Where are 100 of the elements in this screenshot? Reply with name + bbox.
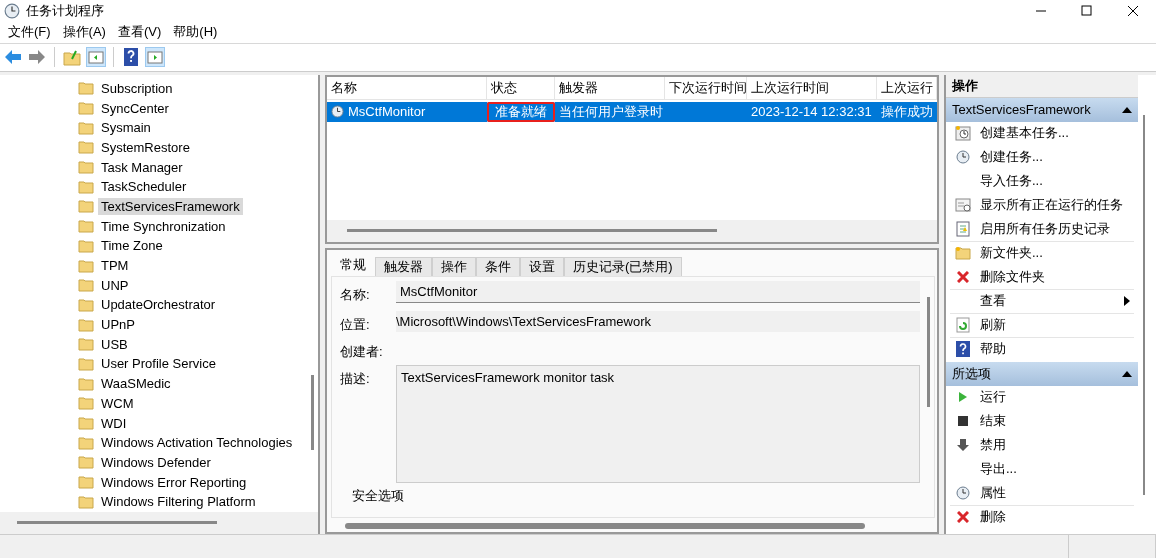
tree-item[interactable]: Windows Filtering Platform bbox=[98, 493, 259, 511]
tree-item[interactable]: TextServicesFramework bbox=[98, 197, 243, 215]
tree-item[interactable]: SyncCenter bbox=[98, 99, 172, 117]
menu-item[interactable]: 文件(F) bbox=[2, 23, 57, 42]
panel-toggle-icon[interactable] bbox=[145, 47, 165, 68]
field-label: 创建者: bbox=[340, 342, 384, 361]
collapse-arrow-icon bbox=[1122, 370, 1132, 377]
location-value: \Microsoft\Windows\TextServicesFramework bbox=[396, 310, 920, 332]
column-header[interactable]: 状态 bbox=[487, 76, 555, 99]
action-item[interactable]: 导入任务... bbox=[950, 169, 1134, 194]
play-icon bbox=[958, 391, 968, 403]
tab[interactable]: 触发器 bbox=[375, 256, 432, 276]
menu-item[interactable]: 操作(A) bbox=[56, 23, 112, 42]
folder-icon bbox=[78, 475, 94, 490]
window-clock-icon bbox=[955, 197, 971, 213]
tree-item[interactable]: Time Zone bbox=[98, 237, 166, 255]
table-cell: MsCtfMonitor bbox=[327, 101, 487, 122]
menu-item[interactable]: 帮助(H) bbox=[167, 23, 224, 42]
tree-item[interactable]: Windows Defender bbox=[98, 453, 214, 471]
help-icon[interactable] bbox=[121, 47, 141, 68]
tree-item[interactable]: TaskScheduler bbox=[98, 178, 190, 196]
section-header[interactable]: TextServicesFramework bbox=[946, 97, 1138, 122]
action-item[interactable]: 禁用 bbox=[950, 433, 1134, 458]
action-item[interactable]: 显示所有正在运行的任务 bbox=[950, 193, 1134, 218]
column-header[interactable]: 触发器 bbox=[555, 76, 665, 99]
column-header[interactable]: 上次运行 bbox=[877, 76, 937, 99]
folder-icon bbox=[78, 219, 94, 234]
action-item[interactable]: 帮助 bbox=[950, 337, 1134, 362]
folder-icon bbox=[78, 494, 94, 509]
folder-icon bbox=[78, 120, 94, 135]
action-item[interactable]: 创建任务... bbox=[950, 145, 1134, 170]
name-field[interactable]: MsCtfMonitor bbox=[396, 280, 920, 303]
tree-item[interactable]: Sysmain bbox=[98, 119, 154, 137]
scrollbar[interactable] bbox=[0, 511, 318, 534]
folder-icon bbox=[78, 140, 94, 155]
action-item[interactable]: 运行 bbox=[950, 385, 1134, 410]
tree-item[interactable]: Time Synchronization bbox=[98, 217, 229, 235]
table-cell: 操作成功 bbox=[877, 101, 937, 122]
tab[interactable]: 条件 bbox=[476, 256, 520, 276]
tree-item[interactable]: User Profile Service bbox=[98, 355, 219, 373]
panel-title: 操作 bbox=[946, 74, 1138, 98]
field-label: 描述: bbox=[340, 369, 371, 388]
action-item[interactable]: 导出... bbox=[950, 457, 1134, 482]
tree-item[interactable]: UPnP bbox=[98, 316, 138, 334]
calendar-clock-icon bbox=[955, 125, 971, 141]
column-header[interactable]: 名称 bbox=[327, 76, 487, 99]
tree-item[interactable]: WDI bbox=[98, 414, 130, 432]
refresh-icon bbox=[956, 317, 970, 333]
close-icon bbox=[957, 271, 969, 283]
tree-item[interactable]: WaaSMedic bbox=[98, 375, 174, 393]
field-label: 位置: bbox=[340, 315, 371, 334]
field-label: 名称: bbox=[340, 285, 371, 304]
folder-icon bbox=[78, 356, 94, 371]
folder-icon bbox=[78, 317, 94, 332]
folder-icon bbox=[78, 396, 94, 411]
stop-icon bbox=[958, 416, 968, 426]
tree-item[interactable]: Windows Error Reporting bbox=[98, 473, 250, 491]
panel-toggle-icon[interactable] bbox=[86, 47, 106, 68]
action-item[interactable]: 删除 bbox=[950, 505, 1134, 530]
folder-icon bbox=[78, 258, 94, 273]
tree-item[interactable]: USB bbox=[98, 335, 131, 353]
tree-item[interactable]: TPM bbox=[98, 257, 132, 275]
folder-icon bbox=[78, 199, 94, 214]
action-item[interactable]: 属性 bbox=[950, 481, 1134, 506]
tree-item[interactable]: SystemRestore bbox=[98, 138, 193, 156]
folder-icon bbox=[78, 416, 94, 431]
folder-icon bbox=[78, 435, 94, 450]
description-field[interactable]: TextServicesFramework monitor task bbox=[396, 364, 920, 483]
tree-item[interactable]: Windows Activation Technologies bbox=[98, 434, 296, 452]
column-header[interactable]: 下次运行时间 bbox=[665, 76, 747, 99]
folder-icon bbox=[78, 179, 94, 194]
tab[interactable]: 设置 bbox=[520, 256, 564, 276]
tab[interactable]: 历史记录(已禁用) bbox=[564, 256, 682, 276]
folder-icon bbox=[78, 278, 94, 293]
tree-item[interactable]: WCM bbox=[98, 394, 137, 412]
window-title: 任务计划程序 bbox=[26, 1, 105, 20]
down-arrow-icon bbox=[956, 438, 970, 452]
column-header[interactable]: 上次运行时间 bbox=[747, 76, 877, 99]
action-item[interactable]: 启用所有任务历史记录 bbox=[950, 217, 1134, 242]
submenu-arrow-icon bbox=[1124, 296, 1130, 306]
close-icon bbox=[957, 511, 969, 523]
tab[interactable]: 操作 bbox=[432, 256, 476, 276]
help-icon bbox=[956, 341, 970, 357]
action-item[interactable]: 创建基本任务... bbox=[950, 121, 1134, 146]
tree-item[interactable]: UNP bbox=[98, 276, 132, 294]
action-item[interactable]: 删除文件夹 bbox=[950, 265, 1134, 290]
action-item[interactable]: 查看 bbox=[950, 289, 1134, 314]
menu-item[interactable]: 查看(V) bbox=[111, 23, 168, 42]
tree-item[interactable]: Subscription bbox=[98, 79, 176, 97]
folder-icon bbox=[78, 297, 94, 312]
folder-icon bbox=[78, 101, 94, 116]
section-header[interactable]: 所选项 bbox=[946, 361, 1138, 386]
action-item[interactable]: 结束 bbox=[950, 409, 1134, 434]
tree-item[interactable]: Task Manager bbox=[98, 158, 186, 176]
clock-icon bbox=[331, 105, 344, 118]
tree-item[interactable]: UpdateOrchestrator bbox=[98, 296, 219, 314]
action-item[interactable]: 新文件夹... bbox=[950, 241, 1134, 266]
action-item[interactable]: 刷新 bbox=[950, 313, 1134, 338]
scrollbar[interactable] bbox=[327, 219, 937, 242]
clock-icon bbox=[956, 150, 970, 164]
